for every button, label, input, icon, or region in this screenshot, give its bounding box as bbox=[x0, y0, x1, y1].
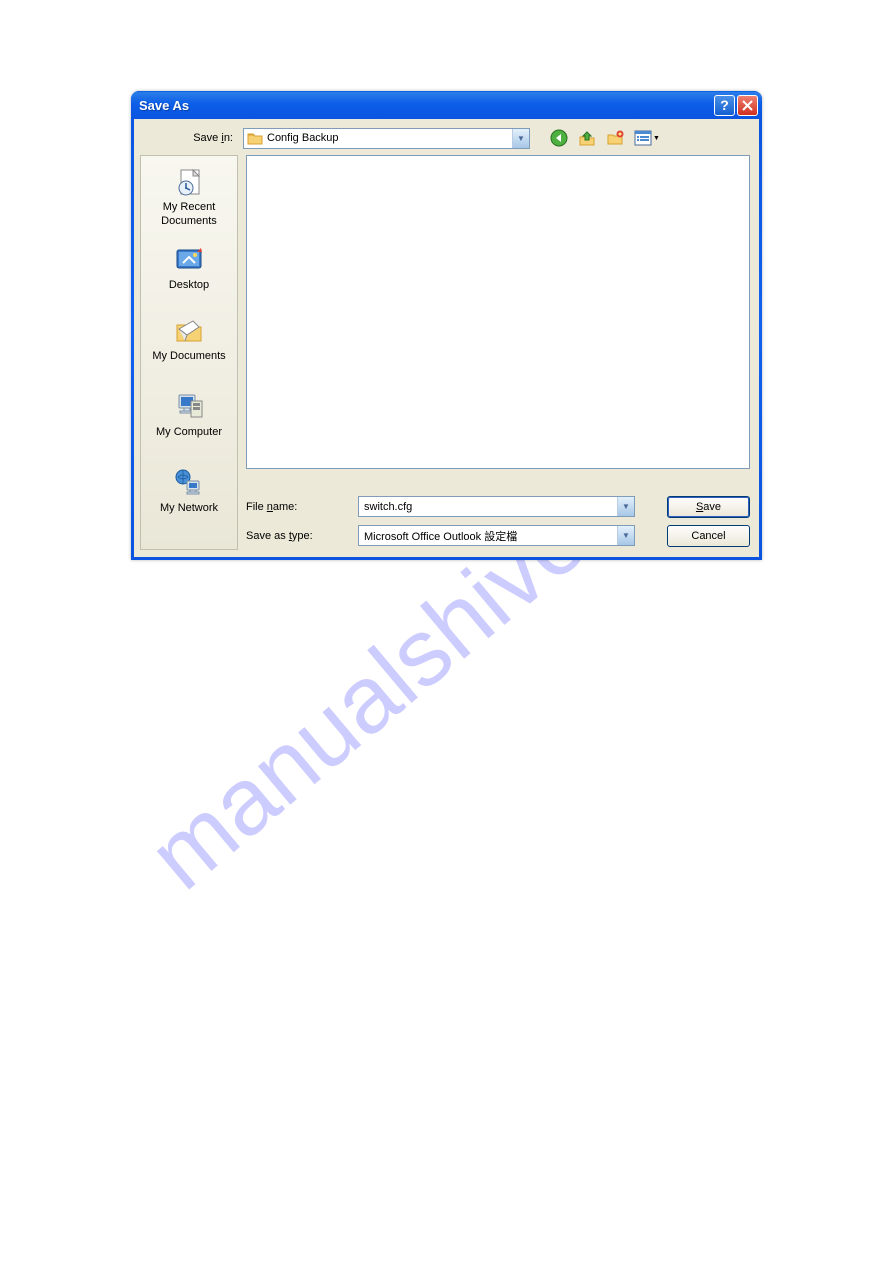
savein-value: Config Backup bbox=[267, 132, 512, 144]
place-label: My Computer bbox=[156, 426, 222, 439]
folder-icon bbox=[247, 131, 263, 145]
saveastype-label: Save as type: bbox=[246, 530, 354, 542]
chevron-down-icon[interactable]: ▼ bbox=[617, 526, 634, 545]
place-my-computer[interactable]: My Computer bbox=[141, 374, 237, 450]
chevron-down-icon[interactable]: ▼ bbox=[617, 497, 634, 516]
chevron-down-icon[interactable]: ▼ bbox=[512, 129, 529, 148]
saveastype-combo[interactable]: Microsoft Office Outlook 設定檔 ▼ bbox=[358, 525, 635, 546]
back-button[interactable] bbox=[548, 127, 570, 149]
savein-label: Save in: bbox=[142, 132, 237, 144]
file-list-area[interactable] bbox=[246, 155, 750, 469]
places-bar: My Recent Documents Desktop My Documents… bbox=[140, 155, 238, 550]
toolbar-icons: ▼ bbox=[548, 127, 662, 149]
title-buttons: ? bbox=[714, 95, 758, 116]
views-button[interactable]: ▼ bbox=[632, 127, 662, 149]
place-label: My Network bbox=[160, 502, 218, 515]
new-folder-icon bbox=[606, 129, 624, 147]
filename-value: switch.cfg bbox=[364, 501, 617, 513]
savein-combo[interactable]: Config Backup ▼ bbox=[243, 128, 530, 149]
place-label: My Documents bbox=[152, 350, 225, 363]
titlebar: Save As ? bbox=[131, 91, 762, 119]
recent-documents-icon bbox=[173, 166, 205, 198]
place-desktop[interactable]: Desktop bbox=[141, 232, 237, 298]
save-button[interactable]: Save bbox=[667, 496, 750, 518]
place-label: My Recent Documents bbox=[141, 201, 237, 227]
filename-input[interactable]: switch.cfg ▼ bbox=[358, 496, 635, 517]
new-folder-button[interactable] bbox=[604, 127, 626, 149]
place-my-network[interactable]: My Network bbox=[141, 450, 237, 526]
place-label: Desktop bbox=[169, 279, 209, 292]
desktop-icon bbox=[173, 244, 205, 276]
views-icon bbox=[634, 130, 652, 146]
chevron-down-icon: ▼ bbox=[653, 135, 660, 142]
my-computer-icon bbox=[173, 391, 205, 423]
filename-label: File name: bbox=[246, 501, 354, 513]
up-icon bbox=[578, 129, 596, 147]
close-icon bbox=[742, 100, 753, 111]
saveastype-value: Microsoft Office Outlook 設定檔 bbox=[364, 528, 617, 544]
my-documents-icon bbox=[173, 315, 205, 347]
dialog-title: Save As bbox=[139, 98, 714, 113]
place-recent-documents[interactable]: My Recent Documents bbox=[141, 156, 237, 232]
help-button[interactable]: ? bbox=[714, 95, 735, 116]
close-button[interactable] bbox=[737, 95, 758, 116]
save-as-dialog: Save As ? Save in: Config Backup ▼ bbox=[131, 91, 762, 560]
top-row: Save in: Config Backup ▼ ▼ bbox=[134, 119, 759, 152]
up-button[interactable] bbox=[576, 127, 598, 149]
bottom-fields: File name: switch.cfg ▼ Save Save as typ… bbox=[246, 492, 750, 550]
my-network-icon bbox=[173, 467, 205, 499]
back-icon bbox=[550, 129, 568, 147]
dialog-body: Save in: Config Backup ▼ ▼ bbox=[134, 119, 759, 557]
place-my-documents[interactable]: My Documents bbox=[141, 298, 237, 374]
cancel-button[interactable]: Cancel bbox=[667, 525, 750, 547]
